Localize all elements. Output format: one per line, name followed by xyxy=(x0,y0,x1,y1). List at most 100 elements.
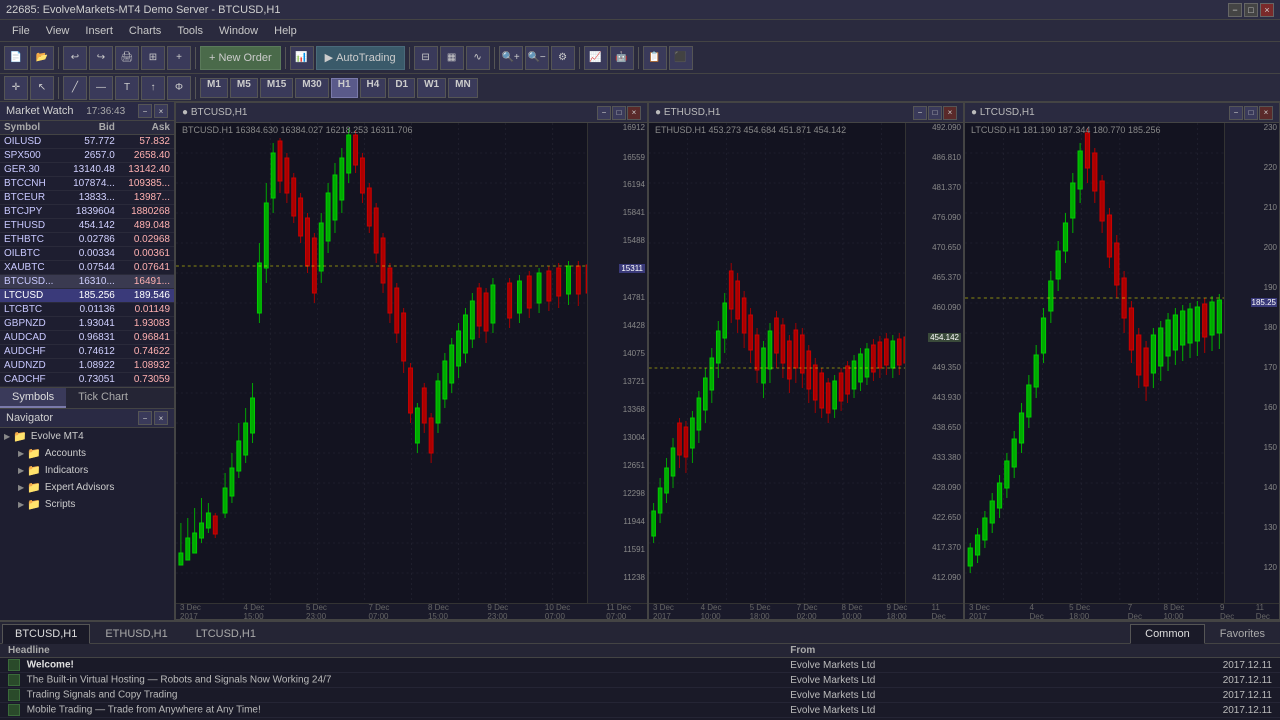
chart-type-candle[interactable]: ▦ xyxy=(440,46,464,70)
undo-button[interactable]: ↩ xyxy=(63,46,87,70)
ethusd-maximize-btn[interactable]: □ xyxy=(928,106,942,120)
mw-tab-symbols[interactable]: Symbols xyxy=(0,388,66,408)
mw-close-button[interactable]: × xyxy=(154,104,168,118)
market-watch-row[interactable]: OILBTC 0.00334 0.00361 xyxy=(0,247,174,261)
market-watch-row[interactable]: OILUSD 57.772 57.832 xyxy=(0,135,174,149)
new-order-label: New Order xyxy=(218,52,271,64)
account-history-button[interactable]: 📋 xyxy=(643,46,667,70)
menu-charts[interactable]: Charts xyxy=(121,23,169,39)
market-watch-row[interactable]: LTCBTC 0.01136 0.01149 xyxy=(0,303,174,317)
menu-help[interactable]: Help xyxy=(266,23,305,39)
ltcusd-maximize-btn[interactable]: □ xyxy=(1244,106,1258,120)
market-watch-row[interactable]: LTCUSD 185.256 189.546 xyxy=(0,289,174,303)
market-watch-row[interactable]: AUDCHF 0.74612 0.74622 xyxy=(0,345,174,359)
new-order-button[interactable]: + New Order xyxy=(200,46,281,70)
chart-tab-btcusd[interactable]: BTCUSD,H1 xyxy=(2,624,90,644)
btcusd-chart-body[interactable]: BTCUSD.H1 16384.630 16384.027 16218.253 … xyxy=(176,123,647,603)
period-m5[interactable]: M5 xyxy=(230,78,258,98)
close-button[interactable]: × xyxy=(1260,3,1274,17)
mw-minimize-button[interactable]: − xyxy=(138,104,152,118)
text-tool[interactable]: T xyxy=(115,76,139,100)
period-m30[interactable]: M30 xyxy=(295,78,328,98)
experts-button[interactable]: 🤖 xyxy=(610,46,634,70)
chart-type-bar[interactable]: ⊟ xyxy=(414,46,438,70)
news-row[interactable]: Mobile Trading — Trade from Anywhere at … xyxy=(0,703,1280,718)
ltcusd-close-btn[interactable]: × xyxy=(1259,106,1273,120)
minimize-button[interactable]: − xyxy=(1228,3,1242,17)
nav-item[interactable]: ▶ 📁 Scripts xyxy=(0,496,174,513)
print-button[interactable]: 🖨 xyxy=(115,46,139,70)
menu-window[interactable]: Window xyxy=(211,23,266,39)
period-m1[interactable]: M1 xyxy=(200,78,228,98)
fib-tool[interactable]: Φ xyxy=(167,76,191,100)
market-watch-row[interactable]: SPX500 2657.0 2658.40 xyxy=(0,149,174,163)
market-watch-row[interactable]: BTCEUR 13833... 13987... xyxy=(0,191,174,205)
nav-item[interactable]: ▶ 📁 Indicators xyxy=(0,462,174,479)
open-button[interactable]: 📂 xyxy=(30,46,54,70)
market-watch-row[interactable]: CADCHF 0.73051 0.73059 xyxy=(0,373,174,387)
nav-close-button[interactable]: × xyxy=(154,411,168,425)
market-watch-row[interactable]: ETHUSD 454.142 489.048 xyxy=(0,219,174,233)
chart-tab-ethusd[interactable]: ETHUSD,H1 xyxy=(92,624,180,644)
line-tool[interactable]: ╱ xyxy=(63,76,87,100)
zoom-out-btn[interactable]: 🔍− xyxy=(525,46,549,70)
menu-tools[interactable]: Tools xyxy=(169,23,211,39)
market-watch-row[interactable]: GER.30 13140.48 13142.40 xyxy=(0,163,174,177)
btcusd-close-btn[interactable]: × xyxy=(627,106,641,120)
period-d1[interactable]: D1 xyxy=(388,78,415,98)
period-w1[interactable]: W1 xyxy=(417,78,446,98)
ltcusd-chart-body[interactable]: LTCUSD.H1 181.190 187.344 180.770 185.25… xyxy=(965,123,1279,603)
period-mn[interactable]: MN xyxy=(448,78,478,98)
period-h4[interactable]: H4 xyxy=(360,78,387,98)
hline-tool[interactable]: — xyxy=(89,76,113,100)
news-body: Welcome! Evolve Markets Ltd 2017.12.11 T… xyxy=(0,658,1280,718)
market-watch-row[interactable]: AUDCAD 0.96831 0.96841 xyxy=(0,331,174,345)
ltcusd-minimize-btn[interactable]: − xyxy=(1229,106,1243,120)
nav-item[interactable]: ▶ 📁 Evolve MT4 xyxy=(0,428,174,445)
market-watch-row[interactable]: BTCUSD... 16310... 16491... xyxy=(0,275,174,289)
period-m15[interactable]: M15 xyxy=(260,78,293,98)
zoom-in-button[interactable]: + xyxy=(167,46,191,70)
bottom-tab-favorites[interactable]: Favorites xyxy=(1205,624,1280,644)
menu-file[interactable]: File xyxy=(4,23,38,39)
indicators-button[interactable]: 📈 xyxy=(584,46,608,70)
btcusd-minimize-btn[interactable]: − xyxy=(597,106,611,120)
arrow-tool[interactable]: ↑ xyxy=(141,76,165,100)
menu-view[interactable]: View xyxy=(38,23,78,39)
nav-folder-icon: 📁 xyxy=(27,498,41,511)
nav-item[interactable]: ▶ 📁 Accounts xyxy=(0,445,174,462)
terminal-button[interactable]: ⬛ xyxy=(669,46,693,70)
history-center-button[interactable]: 📊 xyxy=(290,46,314,70)
separator-4 xyxy=(409,47,410,69)
market-watch-row[interactable]: AUDNZD 1.08922 1.08932 xyxy=(0,359,174,373)
cursor-button[interactable]: ↖ xyxy=(30,76,54,100)
print-preview-button[interactable]: ⊞ xyxy=(141,46,165,70)
chart-type-line[interactable]: ∿ xyxy=(466,46,490,70)
market-watch-row[interactable]: GBPNZD 1.93041 1.93083 xyxy=(0,317,174,331)
ethusd-close-btn[interactable]: × xyxy=(943,106,957,120)
mw-tab-tick-chart[interactable]: Tick Chart xyxy=(66,388,140,408)
crosshair-button[interactable]: ✛ xyxy=(4,76,28,100)
period-h1[interactable]: H1 xyxy=(331,78,358,98)
ethusd-chart-body[interactable]: ETHUSD.H1 453.273 454.684 451.871 454.14… xyxy=(649,123,963,603)
news-row[interactable]: The Built-in Virtual Hosting — Robots an… xyxy=(0,673,1280,688)
ethusd-minimize-btn[interactable]: − xyxy=(913,106,927,120)
nav-minimize-button[interactable]: − xyxy=(138,411,152,425)
bottom-tab-common[interactable]: Common xyxy=(1130,624,1205,644)
btcusd-maximize-btn[interactable]: □ xyxy=(612,106,626,120)
properties-button[interactable]: ⚙ xyxy=(551,46,575,70)
autotrading-button[interactable]: ▶ AutoTrading xyxy=(316,46,405,70)
market-watch-row[interactable]: ETHBTC 0.02786 0.02968 xyxy=(0,233,174,247)
maximize-button[interactable]: □ xyxy=(1244,3,1258,17)
market-watch-row[interactable]: XAUBTC 0.07544 0.07641 xyxy=(0,261,174,275)
new-chart-button[interactable]: 📄 xyxy=(4,46,28,70)
news-row[interactable]: Trading Signals and Copy Trading Evolve … xyxy=(0,688,1280,703)
market-watch-row[interactable]: BTCJPY 1839604 1880268 xyxy=(0,205,174,219)
chart-tab-ltcusd[interactable]: LTCUSD,H1 xyxy=(183,624,269,644)
nav-item[interactable]: ▶ 📁 Expert Advisors xyxy=(0,479,174,496)
zoom-in-btn[interactable]: 🔍+ xyxy=(499,46,523,70)
menu-insert[interactable]: Insert xyxy=(77,23,121,39)
market-watch-row[interactable]: BTCCNH 107874... 109385... xyxy=(0,177,174,191)
redo-button[interactable]: ↪ xyxy=(89,46,113,70)
news-row[interactable]: Welcome! Evolve Markets Ltd 2017.12.11 xyxy=(0,658,1280,673)
